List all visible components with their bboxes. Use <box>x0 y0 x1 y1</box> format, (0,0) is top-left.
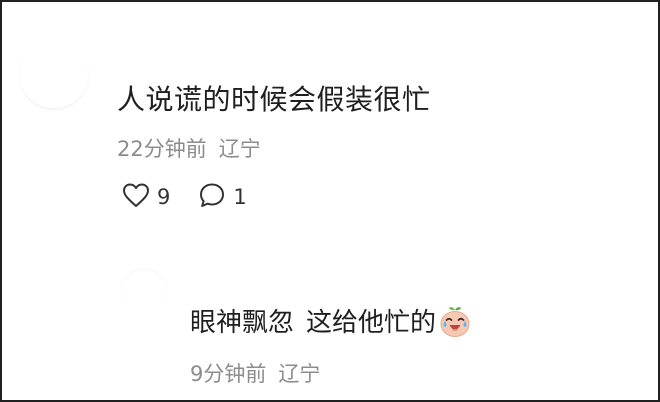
crying-laughing-emoji-icon <box>438 304 472 338</box>
reply-text-part2: 这给他忙的 <box>306 308 437 338</box>
comment-actions: 9 1 <box>122 182 247 212</box>
comment-bubble-icon <box>198 181 226 213</box>
reply-meta: 9分钟前 辽宁 <box>190 358 320 388</box>
comment-meta: 22分钟前 辽宁 <box>117 133 261 163</box>
avatar[interactable] <box>20 42 88 108</box>
like-count: 9 <box>157 185 171 209</box>
like-button[interactable]: 9 <box>122 182 170 212</box>
reply-timestamp: 9分钟前 <box>190 362 267 386</box>
reply-text-part1: 眼神飘忽 <box>190 308 295 338</box>
comment-timestamp: 22分钟前 <box>117 137 207 161</box>
comment-text: 人说谎的时候会假装很忙 <box>117 83 431 116</box>
reply-avatar[interactable] <box>122 270 166 310</box>
reply-location: 辽宁 <box>278 362 321 386</box>
reply-count: 1 <box>233 185 247 209</box>
comment-location: 辽宁 <box>218 137 261 161</box>
comment-thread: 人说谎的时候会假装很忙 22分钟前 辽宁 9 1 眼神飘忽 这给他忙的 9分钟前… <box>0 0 660 402</box>
reply-button[interactable]: 1 <box>198 181 247 213</box>
heart-icon <box>122 182 150 212</box>
reply-text: 眼神飘忽 这给他忙的 <box>190 302 472 339</box>
